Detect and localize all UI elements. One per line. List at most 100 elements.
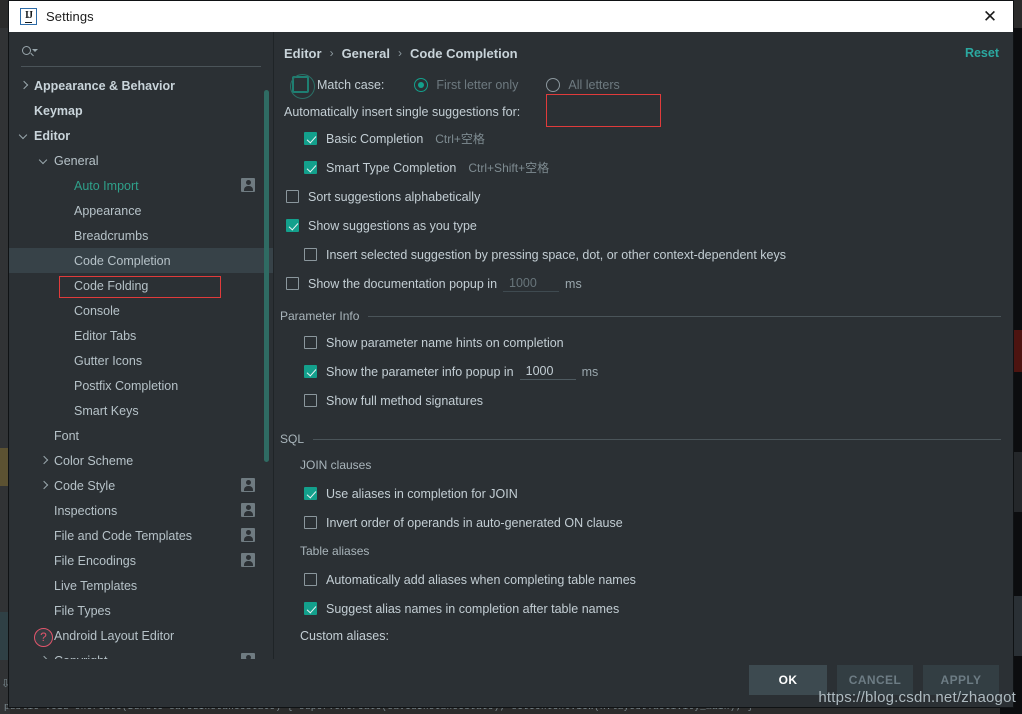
reset-link[interactable]: Reset xyxy=(965,46,999,60)
invert-operands-checkbox[interactable] xyxy=(304,516,317,529)
basic-completion-checkbox[interactable] xyxy=(304,132,317,145)
auto-add-aliases-checkbox[interactable] xyxy=(304,573,317,586)
sort-alphabetically-row: Sort suggestions alphabetically xyxy=(278,182,1001,211)
suggest-alias-names-row: Suggest alias names in completion after … xyxy=(278,594,1001,623)
radio-all-letters[interactable] xyxy=(546,77,561,92)
section-divider-sql xyxy=(313,438,1001,440)
sidebar-item-breadcrumbs[interactable]: Breadcrumbs xyxy=(9,223,273,248)
param-hints-row: Show parameter name hints on completion xyxy=(278,328,1001,357)
sidebar-item-color-scheme[interactable]: Color Scheme xyxy=(9,448,273,473)
param-popup-unit: ms xyxy=(581,364,599,379)
insert-selected-checkbox[interactable] xyxy=(304,248,317,261)
match-case-label: Match case: xyxy=(317,77,385,92)
sidebar-item-inspections[interactable]: Inspections xyxy=(9,498,273,523)
show-as-you-type-label: Show suggestions as you type xyxy=(308,218,477,233)
sidebar-item-label: Postfix Completion xyxy=(74,378,179,393)
table-aliases-label-row: Table aliases xyxy=(278,537,1001,565)
sidebar-item-code-completion[interactable]: Code Completion xyxy=(9,248,273,273)
doc-popup-label: Show the documentation popup in xyxy=(308,276,498,291)
sidebar-item-code-folding[interactable]: Code Folding xyxy=(9,273,273,298)
sidebar-item-file-encodings[interactable]: File Encodings xyxy=(9,548,273,573)
sidebar-item-postfix-completion[interactable]: Postfix Completion xyxy=(9,373,273,398)
chevron-down-icon[interactable] xyxy=(39,155,50,166)
sidebar-item-font[interactable]: Font xyxy=(9,423,273,448)
breadcrumb-item-code-completion: Code Completion xyxy=(409,45,518,61)
breadcrumb-item-editor[interactable]: Editor xyxy=(284,46,322,61)
smart-type-completion-shortcut: Ctrl+Shift+空格 xyxy=(468,161,550,175)
sidebar-scrollbar[interactable] xyxy=(264,90,269,462)
sidebar-item-code-style[interactable]: Code Style xyxy=(9,473,273,498)
suggest-alias-names-checkbox[interactable] xyxy=(304,602,317,615)
sidebar-item-appearance-behavior[interactable]: Appearance & Behavior xyxy=(9,73,273,98)
radio-first-letter-only-label: First letter only xyxy=(436,77,519,92)
doc-popup-delay-input[interactable]: 1000 xyxy=(503,276,560,292)
project-scope-icon xyxy=(241,528,255,542)
sidebar-item-console[interactable]: Console xyxy=(9,298,273,323)
chevron-right-icon[interactable] xyxy=(39,480,50,491)
sidebar-item-general[interactable]: General xyxy=(9,148,273,173)
chevron-down-icon[interactable] xyxy=(19,130,30,141)
sidebar-item-label: Appearance & Behavior xyxy=(34,78,176,93)
sidebar-item-smart-keys[interactable]: Smart Keys xyxy=(9,398,273,423)
sidebar-item-label: Android Layout Editor xyxy=(54,628,175,643)
param-popup-row: Show the parameter info popup in 1000 ms xyxy=(278,357,1001,386)
chevron-right-icon[interactable] xyxy=(19,80,30,91)
ok-button[interactable]: OK xyxy=(749,665,827,695)
dialog-titlebar: IJ Settings ✕ xyxy=(9,1,1013,32)
sidebar-item-label: Editor xyxy=(34,128,71,143)
sidebar-item-auto-import[interactable]: Auto Import xyxy=(9,173,273,198)
auto-add-aliases-row: Automatically add aliases when completin… xyxy=(278,565,1001,594)
sidebar-item-label: Editor Tabs xyxy=(74,328,137,343)
sort-alphabetically-label: Sort suggestions alphabetically xyxy=(308,189,481,204)
breadcrumb: Editor › General › Code Completion Reset xyxy=(274,32,1013,66)
chevron-right-icon: › xyxy=(329,46,334,60)
intellij-idea-logo-icon: IJ xyxy=(20,8,37,25)
dialog-title: Settings xyxy=(46,9,94,24)
doc-popup-checkbox[interactable] xyxy=(286,277,299,290)
sidebar-item-editor-tabs[interactable]: Editor Tabs xyxy=(9,323,273,348)
settings-content: Match case: First letter only All letter… xyxy=(274,66,1013,659)
chevron-right-icon[interactable] xyxy=(39,455,50,466)
use-aliases-join-checkbox[interactable] xyxy=(304,487,317,500)
sidebar-item-keymap[interactable]: Keymap xyxy=(9,98,273,123)
full-signatures-row: Show full method signatures xyxy=(278,386,1001,415)
match-case-checkbox[interactable] xyxy=(290,74,315,99)
custom-aliases-label: Custom aliases: xyxy=(300,629,389,643)
search-icon xyxy=(21,45,38,59)
radio-first-letter-only[interactable] xyxy=(414,77,429,92)
sidebar-item-editor[interactable]: Editor xyxy=(9,123,273,148)
sidebar-item-copyright[interactable]: Copyright xyxy=(9,648,273,659)
parameter-info-section: Parameter Info xyxy=(278,304,1001,328)
insert-selected-label: Insert selected suggestion by pressing s… xyxy=(326,247,786,262)
param-hints-checkbox[interactable] xyxy=(304,336,317,349)
sort-alphabetically-checkbox[interactable] xyxy=(286,190,299,203)
sidebar-item-live-templates[interactable]: Live Templates xyxy=(9,573,273,598)
sidebar-item-label: Color Scheme xyxy=(54,453,134,468)
search-input[interactable] xyxy=(37,44,261,59)
sidebar-item-label: Code Completion xyxy=(74,253,171,268)
doc-popup-unit: ms xyxy=(565,276,582,291)
sidebar-item-label: Appearance xyxy=(74,203,142,218)
sidebar-item-file-types[interactable]: File Types xyxy=(9,598,273,623)
chevron-right-icon-2: › xyxy=(397,46,402,60)
settings-tree: Appearance & Behavior Keymap Editor General… xyxy=(9,67,273,659)
show-as-you-type-checkbox[interactable] xyxy=(286,219,299,232)
param-popup-checkbox[interactable] xyxy=(304,365,317,378)
table-aliases-label: Table aliases xyxy=(300,544,370,558)
help-icon[interactable]: ? xyxy=(34,628,53,647)
smart-type-completion-checkbox[interactable] xyxy=(304,161,317,174)
param-popup-delay-input[interactable]: 1000 xyxy=(519,364,576,380)
close-icon[interactable]: ✕ xyxy=(967,1,1013,32)
sidebar-item-gutter-icons[interactable]: Gutter Icons xyxy=(9,348,273,373)
sidebar-item-appearance[interactable]: Appearance xyxy=(9,198,273,223)
show-as-you-type-row: Show suggestions as you type xyxy=(278,211,1001,240)
sidebar-item-file-and-code-templates[interactable]: File and Code Templates xyxy=(9,523,273,548)
full-signatures-checkbox[interactable] xyxy=(304,394,317,407)
breadcrumb-item-general[interactable]: General xyxy=(342,46,390,61)
sidebar-item-label: Auto Import xyxy=(74,178,139,193)
